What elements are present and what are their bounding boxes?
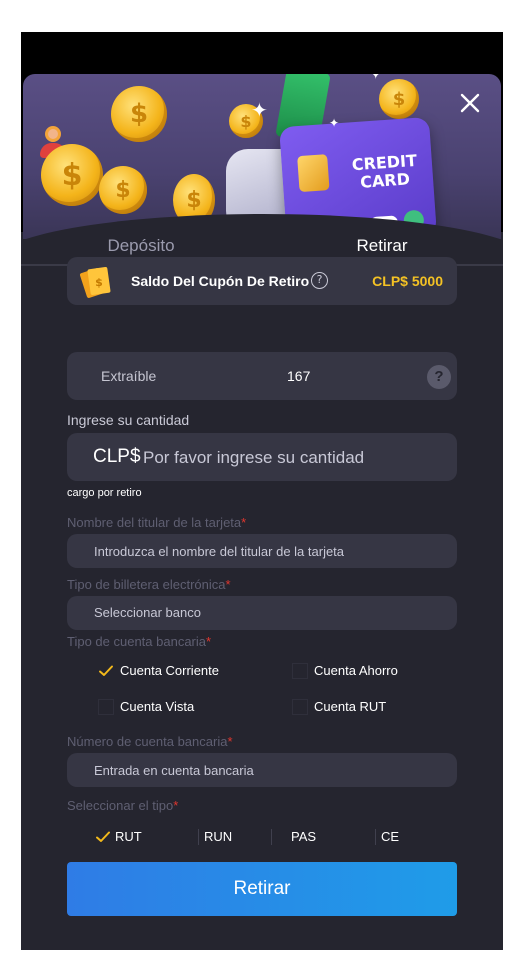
account-type-rut[interactable]: Cuenta RUT <box>292 696 432 718</box>
account-type-ahorro[interactable]: Cuenta Ahorro <box>292 660 432 682</box>
help-icon[interactable]: ? <box>427 365 451 389</box>
svg-text:$: $ <box>95 276 103 289</box>
checkbox-empty[interactable] <box>292 699 308 715</box>
hero-illustration: $ $ $ $ $ $ CREDIT CARD ✦ ✦ ✦ <box>23 74 501 239</box>
cardholder-input[interactable] <box>94 541 434 561</box>
check-icon[interactable] <box>98 663 114 679</box>
account-type-label: Tipo de cuenta bancaria* <box>67 634 212 649</box>
id-type-rut[interactable]: RUT <box>94 826 164 848</box>
wallet-type-select[interactable]: Seleccionar banco <box>67 596 457 630</box>
checkbox-empty[interactable] <box>98 699 114 715</box>
close-icon[interactable] <box>455 88 485 118</box>
wallet-type-value[interactable]: Seleccionar banco <box>94 605 201 620</box>
amount-label: Ingrese su cantidad <box>67 412 190 428</box>
coin-icon: $ <box>99 166 147 214</box>
account-number-input[interactable] <box>94 760 434 780</box>
cardholder-label: Nombre del titular de la tarjeta* <box>67 515 247 530</box>
ticket-icon: $ <box>79 262 117 300</box>
hero-banner: $ $ $ $ $ $ CREDIT CARD ✦ ✦ ✦ <box>21 32 503 239</box>
id-type-pas[interactable]: PAS <box>271 826 341 848</box>
id-type-ce[interactable]: CE <box>375 826 435 848</box>
coupon-amount: CLP$ 5000 <box>372 273 443 289</box>
amount-field: CLP$ <box>67 433 457 481</box>
sparkle-icon: ✦ <box>369 74 382 83</box>
close-button[interactable] <box>455 88 485 118</box>
amount-input[interactable] <box>143 445 383 471</box>
coin-icon: $ <box>41 144 103 206</box>
coin-icon: $ <box>111 86 167 142</box>
question-circle-icon[interactable]: ? <box>311 272 328 289</box>
wallet-type-label: Tipo de billetera electrónica* <box>67 577 231 592</box>
account-number-label: Número de cuenta bancaria* <box>67 734 233 749</box>
sparkle-icon: ✦ <box>251 98 268 122</box>
account-number-field <box>67 753 457 787</box>
withdrawable-panel: Extraíble 167 ? <box>67 352 457 400</box>
fee-text: cargo por retiro <box>67 487 142 499</box>
card-text: CREDIT CARD <box>351 150 418 192</box>
cardholder-field <box>67 534 457 568</box>
id-type-label: Seleccionar el tipo* <box>67 798 179 813</box>
account-type-corriente[interactable]: Cuenta Corriente <box>98 660 248 682</box>
coupon-balance-panel: $ Saldo Del Cupón De Retiro ? CLP$ 5000 <box>67 257 457 305</box>
account-type-vista[interactable]: Cuenta Vista <box>98 696 248 718</box>
coupon-label: Saldo Del Cupón De Retiro <box>131 273 310 289</box>
check-icon <box>96 831 110 842</box>
withdrawable-value: 167 <box>287 368 311 384</box>
checkbox-empty[interactable] <box>292 663 308 679</box>
coin-icon: $ <box>379 79 419 119</box>
withdraw-submit-button[interactable]: Retirar <box>67 862 457 916</box>
withdrawable-label: Extraíble <box>101 368 157 384</box>
sparkle-icon: ✦ <box>329 116 340 130</box>
id-type-run[interactable]: RUN <box>198 826 268 848</box>
currency-label: CLP$ <box>93 446 141 467</box>
